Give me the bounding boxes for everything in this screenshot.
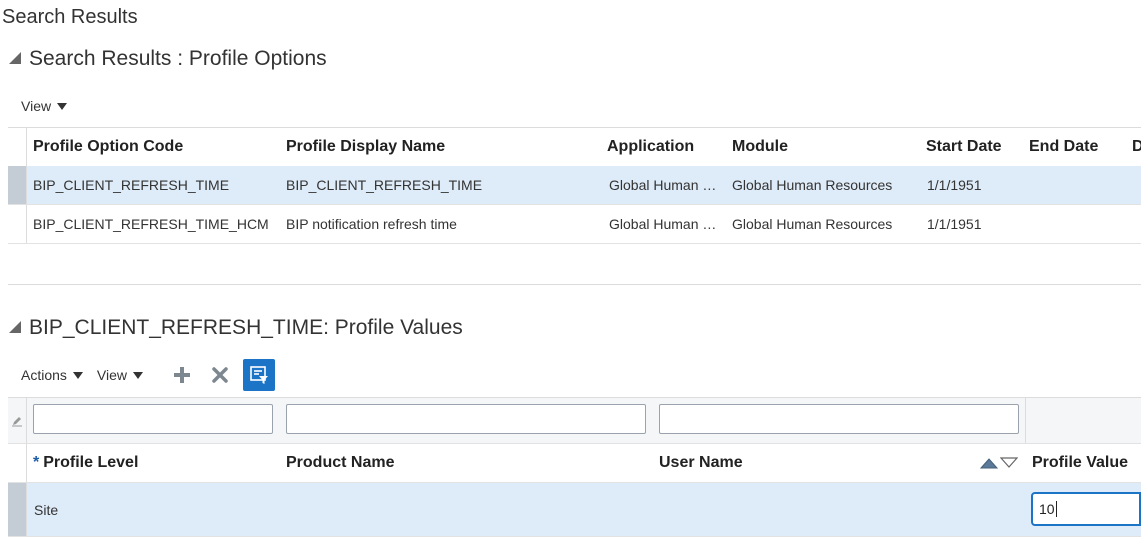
chevron-down-icon [133, 371, 144, 379]
cell-code: BIP_CLIENT_REFRESH_TIME [33, 177, 230, 193]
query-by-example-icon[interactable] [243, 359, 276, 391]
delete-icon[interactable] [209, 364, 231, 386]
table-row[interactable]: BIP_CLIENT_REFRESH_TIME_HCM BIP notifica… [8, 205, 1141, 244]
col-application[interactable]: Application [607, 128, 722, 166]
cell-application: Global Human … [609, 216, 717, 232]
actions-menu[interactable]: Actions [21, 367, 83, 383]
user-name-filter-input[interactable] [659, 404, 1019, 434]
collapse-triangle-icon[interactable] [9, 321, 21, 333]
cell-module: Global Human Resources [732, 216, 893, 232]
table-header-row: * Profile Level Product Name User Name P… [8, 443, 1141, 483]
profile-level-filter-input[interactable] [33, 404, 273, 434]
cell-module: Global Human Resources [732, 177, 893, 193]
cell-start-date: 1/1/1951 [927, 216, 982, 232]
profile-value-text: 10 [1039, 501, 1055, 517]
page-title: Search Results [2, 6, 138, 28]
col-truncated[interactable]: D [1132, 128, 1141, 166]
col-user-name[interactable]: User Name [659, 443, 959, 482]
profile-values-toolbar: Actions View [21, 358, 291, 392]
cell-product-name [286, 483, 646, 536]
row-header-cell [8, 128, 27, 166]
col-end-date[interactable]: End Date [1029, 128, 1124, 166]
edit-pencil-icon [12, 416, 22, 426]
profile-options-title: Search Results : Profile Options [29, 47, 327, 70]
col-module[interactable]: Module [732, 128, 917, 166]
row-header-cell[interactable] [8, 483, 27, 536]
col-profile-value[interactable]: Profile Value [1032, 443, 1141, 482]
cell-profile-level: Site [34, 501, 59, 518]
cell-code: BIP_CLIENT_REFRESH_TIME_HCM [33, 216, 269, 232]
product-name-filter-input[interactable] [286, 404, 646, 434]
cell-display-name: BIP notification refresh time [286, 216, 457, 232]
col-product-name[interactable]: Product Name [286, 443, 646, 482]
sort-ascending-icon[interactable] [980, 457, 998, 469]
row-header-cell[interactable] [8, 166, 27, 204]
table-row[interactable]: BIP_CLIENT_REFRESH_TIME BIP_CLIENT_REFRE… [8, 166, 1141, 205]
table-header-row: Profile Option Code Profile Display Name… [8, 128, 1141, 167]
col-profile-display-name[interactable]: Profile Display Name [286, 128, 596, 166]
cell-end-date [1029, 205, 1124, 243]
actions-menu-label: Actions [21, 367, 67, 383]
sort-controls [980, 443, 1020, 482]
add-icon[interactable] [171, 364, 193, 386]
profile-values-table: * Profile Level Product Name User Name P… [8, 397, 1141, 537]
profile-values-header[interactable]: BIP_CLIENT_REFRESH_TIME: Profile Values [9, 316, 463, 340]
sort-descending-icon[interactable] [1000, 456, 1018, 469]
row-header-cell [8, 398, 27, 443]
view-menu[interactable]: View [96, 367, 144, 383]
view-menu-label: View [21, 98, 52, 114]
view-menu-label: View [96, 367, 128, 383]
chevron-down-icon [57, 102, 68, 110]
filter-row [8, 398, 1141, 444]
cell-application: Global Human … [609, 177, 717, 193]
profile-values-title: BIP_CLIENT_REFRESH_TIME: Profile Values [29, 316, 463, 339]
table-row[interactable]: Site 10 [8, 483, 1141, 537]
col-profile-option-code[interactable]: Profile Option Code [33, 128, 278, 166]
col-profile-level-label: Profile Level [43, 453, 139, 471]
cell-user-name [659, 483, 959, 536]
profile-options-toolbar: View [21, 98, 81, 114]
text-cursor [1055, 501, 1057, 517]
collapse-triangle-icon[interactable] [9, 52, 21, 64]
col-profile-level[interactable]: * Profile Level [33, 443, 278, 482]
view-menu[interactable]: View [21, 98, 68, 114]
profile-options-header[interactable]: Search Results : Profile Options [9, 47, 327, 71]
profile-value-input[interactable]: 10 [1031, 492, 1141, 526]
col-start-date[interactable]: Start Date [926, 128, 1021, 166]
cell-display-name: BIP_CLIENT_REFRESH_TIME [286, 177, 483, 193]
row-header-cell [8, 443, 27, 482]
cell-end-date [1029, 166, 1124, 204]
profile-options-table: Profile Option Code Profile Display Name… [8, 127, 1141, 244]
cell-start-date: 1/1/1951 [927, 177, 982, 193]
column-divider [1025, 398, 1026, 443]
row-header-cell[interactable] [8, 205, 27, 243]
chevron-down-icon [72, 371, 83, 379]
required-marker: * [33, 453, 40, 471]
section-divider [8, 284, 1141, 285]
